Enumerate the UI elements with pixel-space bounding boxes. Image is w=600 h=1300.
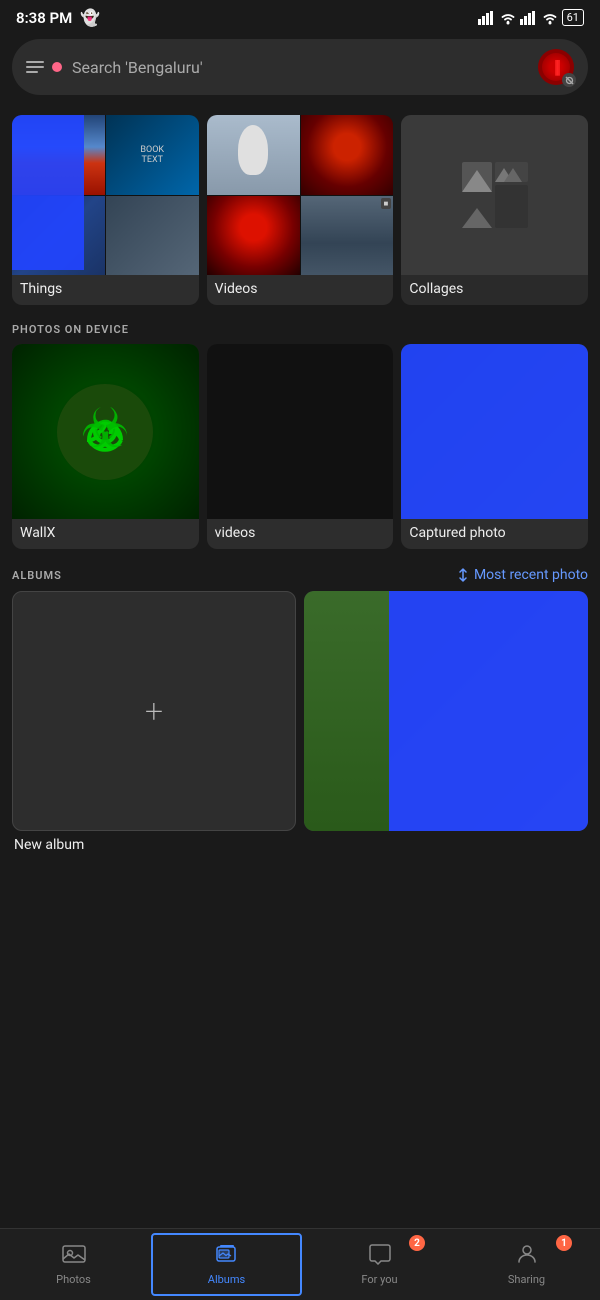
battery-level: 61 xyxy=(567,11,579,24)
collage-thumb xyxy=(401,115,588,275)
redact-things-left xyxy=(12,115,84,270)
new-album-thumb: + xyxy=(12,591,296,831)
search-bar[interactable]: Search 'Bengaluru' ||| xyxy=(12,39,588,95)
albums-icon xyxy=(215,1243,239,1269)
plus-icon: + xyxy=(145,692,163,730)
nav-albums-label: Albums xyxy=(208,1273,245,1286)
album-2-thumb xyxy=(304,591,588,831)
albums-sort-button[interactable]: Most recent photo xyxy=(456,567,588,583)
album-nature-peek xyxy=(304,591,389,831)
search-dot xyxy=(52,62,62,72)
offline-icon xyxy=(565,76,574,85)
library-item-things[interactable]: BOOKTEXT Things xyxy=(12,115,199,305)
videos-thumb-3 xyxy=(207,196,300,276)
signal-icon-2 xyxy=(520,11,538,25)
status-icons: 61 xyxy=(478,9,584,26)
for-you-badge: 2 xyxy=(409,1235,425,1251)
album-item-new[interactable]: + New album xyxy=(12,591,296,857)
device-item-videos[interactable]: videos xyxy=(207,344,394,549)
things-thumb-2: BOOKTEXT xyxy=(106,115,199,195)
albums-title: ALBUMS xyxy=(12,569,62,582)
snapchat-icon: 👻 xyxy=(80,8,100,27)
videos-label: Videos xyxy=(207,275,394,305)
bottom-nav: Photos Albums 2 For you xyxy=(0,1228,600,1300)
for-you-icon xyxy=(368,1243,392,1269)
videos-thumb-4: ■ xyxy=(301,196,394,276)
albums-sort-label: Most recent photo xyxy=(474,567,588,583)
nav-for-you-label: For you xyxy=(361,1273,397,1286)
album-item-2[interactable] xyxy=(304,591,588,857)
sort-icon xyxy=(456,568,470,582)
status-time: 8:38 PM xyxy=(16,9,72,27)
library-section: BOOKTEXT Things ■ Videos xyxy=(0,103,600,305)
photos-on-device-header: PHOTOS ON DEVICE xyxy=(0,305,600,344)
photos-icon xyxy=(62,1243,86,1269)
nav-sharing-label: Sharing xyxy=(508,1273,545,1286)
captured-thumb xyxy=(401,344,588,519)
albums-section-header: ALBUMS Most recent photo xyxy=(0,549,600,591)
search-placeholder: Search 'Bengaluru' xyxy=(72,58,528,77)
signal-icon xyxy=(478,11,496,25)
videos-thumb-1 xyxy=(207,115,300,195)
device-item-wallx[interactable]: ☣ WallX xyxy=(12,344,199,549)
new-album-label: New album xyxy=(12,831,296,857)
redact-captured xyxy=(401,344,588,519)
album-2-label xyxy=(304,831,588,857)
videos-thumb-2 xyxy=(301,115,394,195)
sharing-badge: 1 xyxy=(556,1235,572,1251)
albums-grid: + New album xyxy=(0,591,600,877)
sharing-icon xyxy=(515,1243,539,1269)
library-item-videos[interactable]: ■ Videos xyxy=(207,115,394,305)
things-label: Things xyxy=(12,275,199,305)
library-item-collages[interactable]: Collages xyxy=(401,115,588,305)
biohazard-svg: ☣ xyxy=(55,382,155,482)
nav-item-photos[interactable]: Photos xyxy=(0,1229,147,1300)
captured-label: Captured photo xyxy=(401,519,588,549)
collages-label: Collages xyxy=(401,275,588,305)
wifi-icon-2 xyxy=(542,11,558,25)
avatar-container[interactable]: ||| xyxy=(538,49,574,85)
nav-photos-label: Photos xyxy=(56,1273,91,1286)
device-grid: ☣ WallX videos Captured photo xyxy=(0,344,600,549)
videos-folder-label: videos xyxy=(207,519,394,549)
collage-preview-svg xyxy=(460,160,530,230)
device-item-captured[interactable]: Captured photo xyxy=(401,344,588,549)
wallx-label: WallX xyxy=(12,519,199,549)
redact-album-2 xyxy=(389,591,588,831)
things-thumb-4 xyxy=(106,196,199,276)
nav-item-sharing[interactable]: 1 Sharing xyxy=(453,1229,600,1300)
menu-icon[interactable] xyxy=(26,61,44,73)
status-bar: 8:38 PM 👻 xyxy=(0,0,600,31)
svg-text:☣: ☣ xyxy=(81,397,130,461)
videos-folder-thumb xyxy=(207,344,394,519)
battery-icon: 61 xyxy=(562,9,584,26)
wallx-thumb: ☣ xyxy=(12,344,199,519)
nav-item-for-you[interactable]: 2 For you xyxy=(306,1229,453,1300)
wifi-icon xyxy=(500,11,516,25)
nav-item-albums[interactable]: Albums xyxy=(151,1233,302,1296)
